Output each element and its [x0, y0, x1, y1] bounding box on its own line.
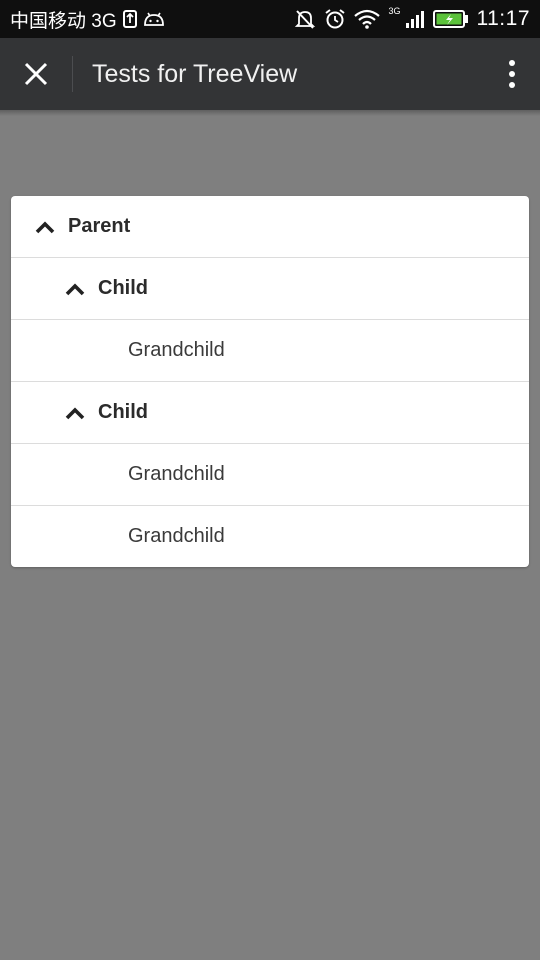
- tree-node-label: Grandchild: [128, 525, 225, 547]
- tree-node-grandchild[interactable]: Grandchild: [11, 506, 529, 567]
- chevron-up-icon[interactable]: [65, 282, 85, 296]
- tree-node-child[interactable]: Child: [11, 258, 529, 320]
- tree-node-label: Parent: [68, 215, 131, 237]
- page-title: Tests for TreeView: [92, 59, 298, 88]
- mute-icon: [294, 8, 316, 30]
- wifi-icon: [354, 9, 381, 29]
- close-icon: [24, 62, 48, 86]
- app-bar-shadow: [0, 110, 540, 116]
- clock: 11:17: [476, 7, 530, 30]
- battery-icon: [432, 9, 469, 29]
- carrier-label: 中国移动 3G: [10, 10, 117, 32]
- alarm-icon: [324, 8, 346, 30]
- more-vert-icon: [509, 60, 515, 88]
- chevron-up-icon[interactable]: [65, 406, 85, 420]
- android-debug-icon: [143, 11, 165, 27]
- app-bar: Tests for TreeView: [0, 38, 540, 110]
- status-left: 中国移动 3G: [10, 6, 165, 33]
- close-button[interactable]: [0, 38, 72, 110]
- tree-node-grandchild[interactable]: Grandchild: [11, 320, 529, 382]
- tree-node-grandchild[interactable]: Grandchild: [11, 444, 529, 506]
- signal-icon: [405, 9, 425, 29]
- tree-node-child[interactable]: Child: [11, 382, 529, 444]
- chevron-up-icon[interactable]: [35, 220, 55, 234]
- tree-node-label: Child: [98, 401, 148, 423]
- usb-icon: [122, 10, 137, 28]
- status-right: 3G 11:17: [294, 6, 530, 31]
- status-bar: 中国移动 3G 3G 11:17: [0, 0, 540, 38]
- tree-node-label: Child: [98, 277, 148, 299]
- tree-node-label: Grandchild: [128, 339, 225, 361]
- more-options-button[interactable]: [484, 38, 540, 110]
- tree-node-label: Grandchild: [128, 463, 225, 485]
- app-bar-divider: [72, 56, 73, 92]
- network-type-label: 3G: [388, 6, 401, 16]
- tree-view: Parent Child Grandchild Child Grandchild…: [11, 196, 529, 567]
- tree-node-parent[interactable]: Parent: [11, 196, 529, 258]
